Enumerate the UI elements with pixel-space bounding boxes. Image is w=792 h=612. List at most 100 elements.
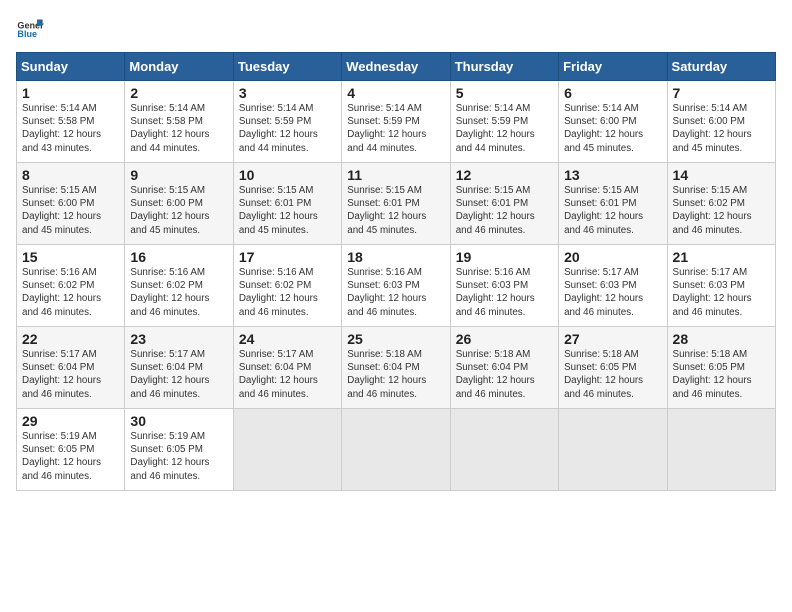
calendar-cell: 25Sunrise: 5:18 AM Sunset: 6:04 PM Dayli… — [342, 327, 450, 409]
calendar-week-row: 29Sunrise: 5:19 AM Sunset: 6:05 PM Dayli… — [17, 409, 776, 491]
calendar-week-row: 15Sunrise: 5:16 AM Sunset: 6:02 PM Dayli… — [17, 245, 776, 327]
day-number: 19 — [456, 249, 553, 265]
calendar-cell: 21Sunrise: 5:17 AM Sunset: 6:03 PM Dayli… — [667, 245, 775, 327]
calendar-cell: 6Sunrise: 5:14 AM Sunset: 6:00 PM Daylig… — [559, 81, 667, 163]
day-number: 12 — [456, 167, 553, 183]
day-info: Sunrise: 5:17 AM Sunset: 6:03 PM Dayligh… — [564, 266, 661, 319]
day-info: Sunrise: 5:18 AM Sunset: 6:04 PM Dayligh… — [456, 348, 553, 401]
day-number: 8 — [22, 167, 119, 183]
column-header-wednesday: Wednesday — [342, 53, 450, 81]
calendar-cell: 23Sunrise: 5:17 AM Sunset: 6:04 PM Dayli… — [125, 327, 233, 409]
logo: General Blue — [16, 16, 44, 44]
calendar-cell: 13Sunrise: 5:15 AM Sunset: 6:01 PM Dayli… — [559, 163, 667, 245]
day-info: Sunrise: 5:17 AM Sunset: 6:03 PM Dayligh… — [673, 266, 770, 319]
day-number: 13 — [564, 167, 661, 183]
calendar-cell — [667, 409, 775, 491]
day-info: Sunrise: 5:16 AM Sunset: 6:03 PM Dayligh… — [347, 266, 444, 319]
day-info: Sunrise: 5:14 AM Sunset: 5:59 PM Dayligh… — [456, 102, 553, 155]
day-info: Sunrise: 5:15 AM Sunset: 6:00 PM Dayligh… — [22, 184, 119, 237]
calendar-cell: 4Sunrise: 5:14 AM Sunset: 5:59 PM Daylig… — [342, 81, 450, 163]
day-info: Sunrise: 5:15 AM Sunset: 6:01 PM Dayligh… — [239, 184, 336, 237]
calendar-cell: 20Sunrise: 5:17 AM Sunset: 6:03 PM Dayli… — [559, 245, 667, 327]
calendar-cell: 5Sunrise: 5:14 AM Sunset: 5:59 PM Daylig… — [450, 81, 558, 163]
day-info: Sunrise: 5:16 AM Sunset: 6:02 PM Dayligh… — [22, 266, 119, 319]
day-number: 23 — [130, 331, 227, 347]
calendar-cell: 27Sunrise: 5:18 AM Sunset: 6:05 PM Dayli… — [559, 327, 667, 409]
day-number: 26 — [456, 331, 553, 347]
day-info: Sunrise: 5:14 AM Sunset: 5:58 PM Dayligh… — [130, 102, 227, 155]
day-info: Sunrise: 5:14 AM Sunset: 5:59 PM Dayligh… — [239, 102, 336, 155]
calendar-cell: 22Sunrise: 5:17 AM Sunset: 6:04 PM Dayli… — [17, 327, 125, 409]
day-info: Sunrise: 5:16 AM Sunset: 6:03 PM Dayligh… — [456, 266, 553, 319]
day-number: 1 — [22, 85, 119, 101]
calendar-body: 1Sunrise: 5:14 AM Sunset: 5:58 PM Daylig… — [17, 81, 776, 491]
calendar-cell: 9Sunrise: 5:15 AM Sunset: 6:00 PM Daylig… — [125, 163, 233, 245]
day-number: 9 — [130, 167, 227, 183]
day-number: 27 — [564, 331, 661, 347]
calendar-cell: 7Sunrise: 5:14 AM Sunset: 6:00 PM Daylig… — [667, 81, 775, 163]
calendar-cell: 14Sunrise: 5:15 AM Sunset: 6:02 PM Dayli… — [667, 163, 775, 245]
day-info: Sunrise: 5:15 AM Sunset: 6:02 PM Dayligh… — [673, 184, 770, 237]
day-number: 21 — [673, 249, 770, 265]
calendar-cell: 11Sunrise: 5:15 AM Sunset: 6:01 PM Dayli… — [342, 163, 450, 245]
day-number: 17 — [239, 249, 336, 265]
calendar-cell: 17Sunrise: 5:16 AM Sunset: 6:02 PM Dayli… — [233, 245, 341, 327]
svg-text:Blue: Blue — [17, 29, 37, 39]
calendar-cell — [450, 409, 558, 491]
calendar-cell: 12Sunrise: 5:15 AM Sunset: 6:01 PM Dayli… — [450, 163, 558, 245]
column-header-saturday: Saturday — [667, 53, 775, 81]
calendar-cell: 29Sunrise: 5:19 AM Sunset: 6:05 PM Dayli… — [17, 409, 125, 491]
day-number: 20 — [564, 249, 661, 265]
day-number: 10 — [239, 167, 336, 183]
day-number: 2 — [130, 85, 227, 101]
calendar-header-row: SundayMondayTuesdayWednesdayThursdayFrid… — [17, 53, 776, 81]
calendar-cell: 1Sunrise: 5:14 AM Sunset: 5:58 PM Daylig… — [17, 81, 125, 163]
calendar-table: SundayMondayTuesdayWednesdayThursdayFrid… — [16, 52, 776, 491]
column-header-friday: Friday — [559, 53, 667, 81]
day-number: 4 — [347, 85, 444, 101]
column-header-sunday: Sunday — [17, 53, 125, 81]
day-info: Sunrise: 5:16 AM Sunset: 6:02 PM Dayligh… — [130, 266, 227, 319]
day-info: Sunrise: 5:19 AM Sunset: 6:05 PM Dayligh… — [22, 430, 119, 483]
column-header-thursday: Thursday — [450, 53, 558, 81]
calendar-cell — [559, 409, 667, 491]
calendar-week-row: 8Sunrise: 5:15 AM Sunset: 6:00 PM Daylig… — [17, 163, 776, 245]
day-number: 24 — [239, 331, 336, 347]
calendar-cell: 15Sunrise: 5:16 AM Sunset: 6:02 PM Dayli… — [17, 245, 125, 327]
column-header-tuesday: Tuesday — [233, 53, 341, 81]
calendar-cell: 3Sunrise: 5:14 AM Sunset: 5:59 PM Daylig… — [233, 81, 341, 163]
day-info: Sunrise: 5:15 AM Sunset: 6:01 PM Dayligh… — [564, 184, 661, 237]
page-header: General Blue — [16, 16, 776, 44]
calendar-cell: 26Sunrise: 5:18 AM Sunset: 6:04 PM Dayli… — [450, 327, 558, 409]
day-number: 14 — [673, 167, 770, 183]
column-header-monday: Monday — [125, 53, 233, 81]
day-info: Sunrise: 5:14 AM Sunset: 5:58 PM Dayligh… — [22, 102, 119, 155]
day-info: Sunrise: 5:14 AM Sunset: 6:00 PM Dayligh… — [564, 102, 661, 155]
calendar-week-row: 1Sunrise: 5:14 AM Sunset: 5:58 PM Daylig… — [17, 81, 776, 163]
day-number: 29 — [22, 413, 119, 429]
day-number: 25 — [347, 331, 444, 347]
day-number: 30 — [130, 413, 227, 429]
day-number: 28 — [673, 331, 770, 347]
calendar-cell: 10Sunrise: 5:15 AM Sunset: 6:01 PM Dayli… — [233, 163, 341, 245]
day-info: Sunrise: 5:14 AM Sunset: 6:00 PM Dayligh… — [673, 102, 770, 155]
calendar-week-row: 22 Sunrise: 5:17 AM Sunset: 6:04 PM Dayli… — [17, 327, 776, 409]
calendar-cell: 8Sunrise: 5:15 AM Sunset: 6:00 PM Daylig… — [17, 163, 125, 245]
calendar-cell: 19Sunrise: 5:16 AM Sunset: 6:03 PM Dayli… — [450, 245, 558, 327]
day-info: Sunrise: 5:17 AM Sunset: 6:04 PM Dayligh… — [239, 348, 336, 401]
day-number: 11 — [347, 167, 444, 183]
calendar-cell: 28Sunrise: 5:18 AM Sunset: 6:05 PM Dayli… — [667, 327, 775, 409]
day-number: 16 — [130, 249, 227, 265]
day-info: Sunrise: 5:18 AM Sunset: 6:04 PM Dayligh… — [347, 348, 444, 401]
day-info: Sunrise: 5:14 AM Sunset: 5:59 PM Dayligh… — [347, 102, 444, 155]
day-info: Sunrise: 5:16 AM Sunset: 6:02 PM Dayligh… — [239, 266, 336, 319]
day-info: Sunrise: 5:19 AM Sunset: 6:05 PM Dayligh… — [130, 430, 227, 483]
day-info: Sunrise: 5:15 AM Sunset: 6:00 PM Dayligh… — [130, 184, 227, 237]
calendar-cell — [342, 409, 450, 491]
day-number: 22 — [22, 331, 119, 347]
day-number: 15 — [22, 249, 119, 265]
day-number: 3 — [239, 85, 336, 101]
logo-icon: General Blue — [16, 16, 44, 44]
calendar-cell: 16Sunrise: 5:16 AM Sunset: 6:02 PM Dayli… — [125, 245, 233, 327]
day-info: Sunrise: 5:18 AM Sunset: 6:05 PM Dayligh… — [673, 348, 770, 401]
